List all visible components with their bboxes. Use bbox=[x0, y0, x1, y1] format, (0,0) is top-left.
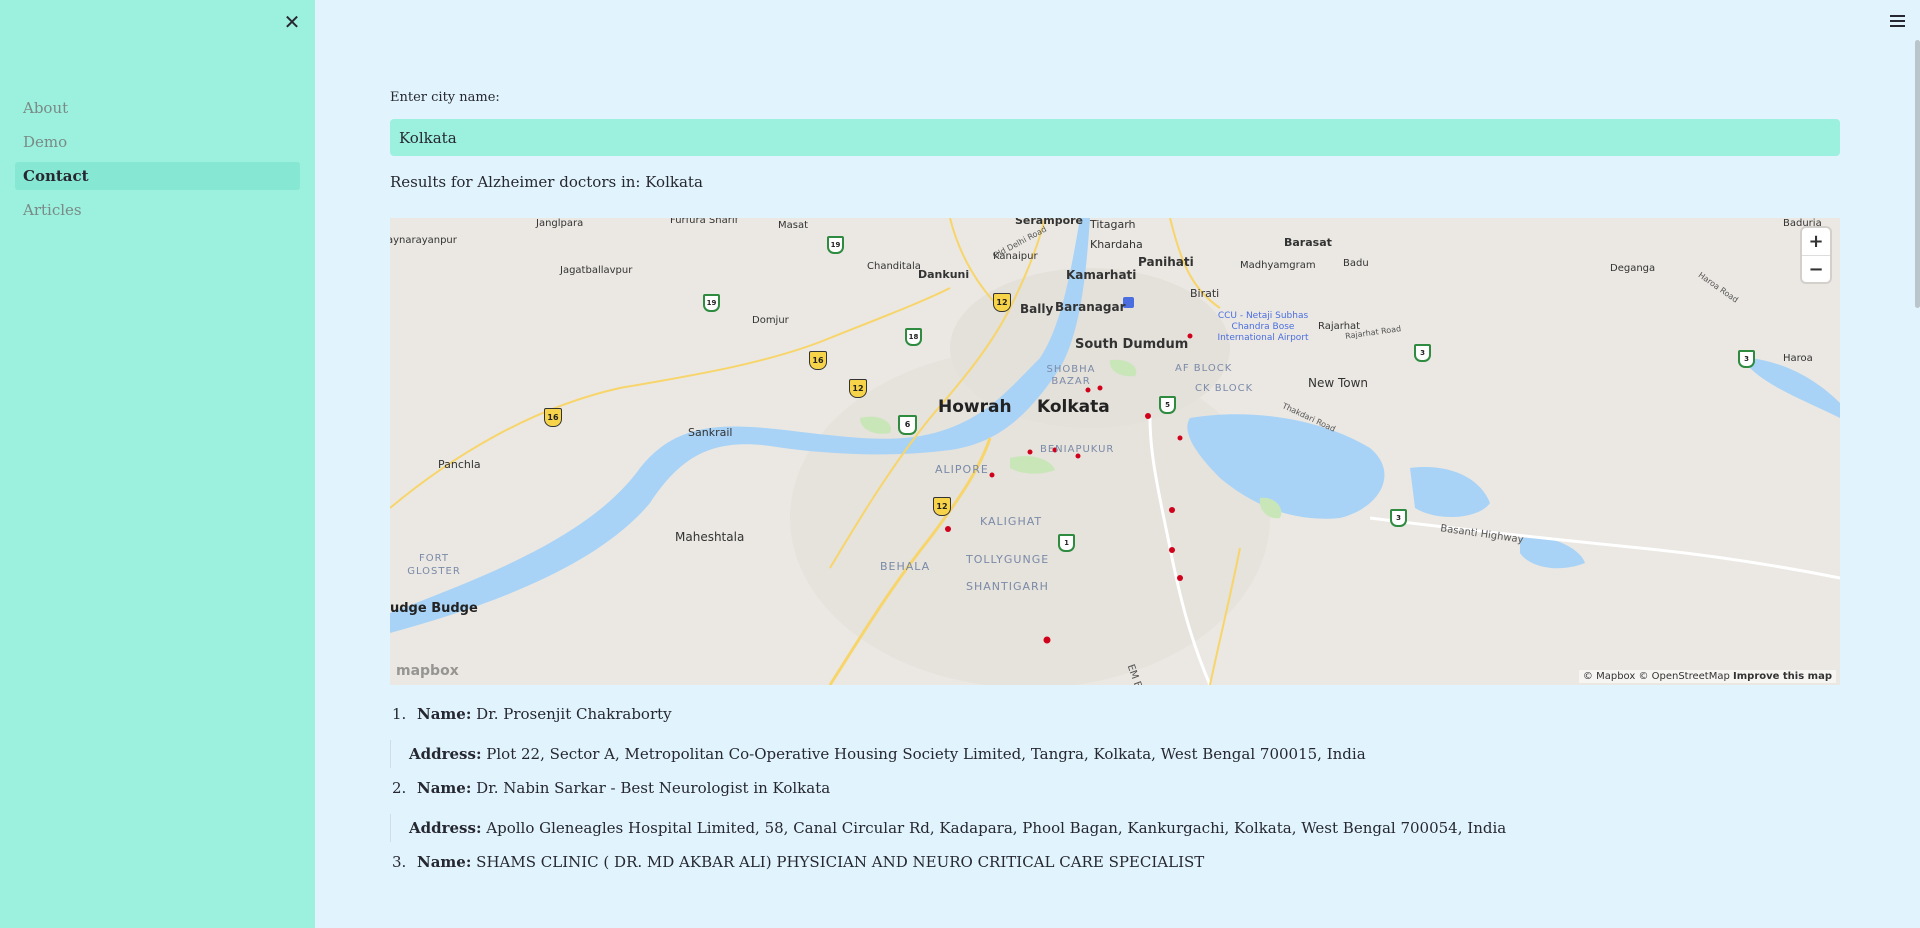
highway-shield-icon: 5 bbox=[1159, 396, 1176, 414]
map-label-behala: BEHALA bbox=[880, 560, 931, 573]
highway-shield-icon: 16 bbox=[809, 351, 827, 370]
map-label-badu: Badu bbox=[1343, 258, 1369, 269]
map-label-maheshtala: Maheshtala bbox=[675, 530, 745, 544]
map-label-deganga: Deganga bbox=[1610, 263, 1656, 274]
highway-shield-icon: 3 bbox=[1414, 344, 1431, 362]
map-label-kamarhati: Kamarhati bbox=[1066, 268, 1137, 282]
map-label-bally: Bally bbox=[1020, 302, 1054, 316]
results-title: Results for Alzheimer doctors in: Kolkat… bbox=[390, 173, 703, 191]
map-label-haroa: Haroa bbox=[1783, 353, 1813, 364]
result-number: 1. bbox=[392, 705, 407, 723]
map-label-alipore: ALIPORE bbox=[935, 463, 989, 476]
page-scrollbar[interactable] bbox=[1915, 40, 1920, 308]
highway-shield-icon: 3 bbox=[1738, 350, 1755, 368]
map-label-jagatballavpur: Jagatballavpur bbox=[560, 265, 633, 276]
attribution-text: © Mapbox © OpenStreetMap bbox=[1582, 671, 1730, 682]
map-label-kolkata: Kolkata bbox=[1037, 397, 1110, 417]
improve-map-link[interactable]: Improve this map bbox=[1733, 671, 1832, 682]
address-label: Address: bbox=[409, 745, 482, 763]
name-label: Name: bbox=[417, 853, 472, 871]
doctor-name: SHAMS CLINIC ( DR. MD AKBAR ALI) PHYSICI… bbox=[476, 853, 1205, 871]
highway-shield-icon: 6 bbox=[898, 415, 917, 435]
highway-shield-icon: 12 bbox=[933, 497, 951, 516]
result-name-row: 3. Name: SHAMS CLINIC ( DR. MD AKBAR ALI… bbox=[390, 848, 1840, 876]
highway-shield-icon: 12 bbox=[849, 379, 867, 398]
map-canvas bbox=[390, 218, 1840, 685]
highway-shield-icon: 3 bbox=[1390, 509, 1407, 527]
map-label-jaynarayanpur: Jaynarayanpur bbox=[390, 235, 457, 246]
sidebar: ✕ About Demo Contact Articles bbox=[0, 0, 315, 928]
map-label-janglpara: Janglpara bbox=[536, 218, 584, 229]
results-list: 1. Name: Dr. Prosenjit Chakraborty Addre… bbox=[390, 700, 1840, 876]
map-label-ck-block: CK BLOCK bbox=[1195, 383, 1254, 394]
doctor-address: Plot 22, Sector A, Metropolitan Co-Opera… bbox=[486, 745, 1366, 763]
map-label-airport: CCU - Netaji Subhas Chandra Bose Interna… bbox=[1217, 311, 1309, 343]
zoom-out-button[interactable]: − bbox=[1802, 256, 1830, 283]
map-label-shantigarh: SHANTIGARH bbox=[966, 580, 1049, 593]
map-label-kalighat: KALIGHAT bbox=[980, 515, 1043, 528]
map-label-chanditala: Chanditala bbox=[867, 261, 921, 272]
map-label-shobha-bazar: SHOBHA BAZAR bbox=[1046, 364, 1096, 387]
map-label-khardaha: Khardaha bbox=[1090, 238, 1143, 251]
map-label-panihati: Panihati bbox=[1138, 255, 1194, 269]
sidebar-item-demo[interactable]: Demo bbox=[15, 128, 300, 156]
map-label-af-block: AF BLOCK bbox=[1175, 363, 1233, 374]
highway-shield-icon: 18 bbox=[905, 328, 922, 346]
name-label: Name: bbox=[417, 705, 472, 723]
result-address-row: Address: Apollo Gleneagles Hospital Limi… bbox=[390, 814, 1840, 842]
map-label-dankuni: Dankuni bbox=[918, 268, 970, 281]
map-label-tollygunge: TOLLYGUNGE bbox=[966, 553, 1050, 566]
doctor-name: Dr. Nabin Sarkar - Best Neurologist in K… bbox=[476, 779, 831, 797]
list-item: 3. Name: SHAMS CLINIC ( DR. MD AKBAR ALI… bbox=[390, 848, 1840, 876]
map-label-south-dumdum: South Dumdum bbox=[1075, 337, 1189, 352]
doctor-name: Dr. Prosenjit Chakraborty bbox=[476, 705, 672, 723]
map-attribution: © Mapbox © OpenStreetMap Improve this ma… bbox=[1578, 670, 1836, 683]
map-label-beniapukur: BENIAPUKUR bbox=[1040, 444, 1115, 455]
highway-shield-icon: 19 bbox=[827, 236, 844, 254]
city-input-label: Enter city name: bbox=[390, 90, 500, 105]
sidebar-item-contact[interactable]: Contact bbox=[15, 162, 300, 190]
sidebar-item-articles[interactable]: Articles bbox=[15, 196, 300, 224]
map-label-barasat: Barasat bbox=[1284, 236, 1332, 249]
map-label-panchla: Panchla bbox=[438, 458, 481, 471]
map-label-baranagar: Baranagar bbox=[1055, 300, 1126, 314]
highway-shield-icon: 1 bbox=[1058, 534, 1075, 552]
map-label-budge-budge: udge Budge bbox=[390, 601, 478, 616]
highway-shield-icon: 19 bbox=[703, 294, 720, 312]
map-label-madhyamgram: Madhyamgram bbox=[1240, 260, 1316, 271]
result-address-row: Address: Plot 22, Sector A, Metropolitan… bbox=[390, 740, 1840, 768]
map-label-masat: Masat bbox=[778, 220, 809, 231]
map-label-sankrail: Sankrail bbox=[688, 426, 733, 439]
map-label-fort-gloster: FORT GLOSTER bbox=[407, 553, 461, 577]
sidebar-item-about[interactable]: About bbox=[15, 94, 300, 122]
map-label-howrah: Howrah bbox=[938, 397, 1012, 417]
map-zoom-control: + − bbox=[1802, 228, 1830, 282]
result-name-row: 1. Name: Dr. Prosenjit Chakraborty bbox=[390, 700, 1840, 728]
result-number: 2. bbox=[392, 779, 407, 797]
address-label: Address: bbox=[409, 819, 482, 837]
doctor-address: Apollo Gleneagles Hospital Limited, 58, … bbox=[486, 819, 1507, 837]
highway-shield-icon: 16 bbox=[544, 408, 562, 427]
close-sidebar-button[interactable]: ✕ bbox=[282, 10, 302, 34]
map-label-titagarh: Titagarh bbox=[1090, 218, 1136, 231]
highway-shield-icon: 12 bbox=[993, 293, 1011, 312]
hamburger-menu-icon[interactable] bbox=[1887, 12, 1907, 30]
map-label-domjur: Domjur bbox=[752, 315, 789, 326]
map-label-birati: Birati bbox=[1190, 287, 1220, 300]
sidebar-nav: About Demo Contact Articles bbox=[15, 94, 300, 230]
list-item: 2. Name: Dr. Nabin Sarkar - Best Neurolo… bbox=[390, 774, 1840, 842]
name-label: Name: bbox=[417, 779, 472, 797]
zoom-in-button[interactable]: + bbox=[1802, 228, 1830, 256]
map[interactable]: Howrah Kolkata South Dumdum Baranagar Ka… bbox=[390, 218, 1840, 685]
list-item: 1. Name: Dr. Prosenjit Chakraborty Addre… bbox=[390, 700, 1840, 768]
map-label-furfura: Furfura Sharif bbox=[670, 218, 739, 226]
result-number: 3. bbox=[392, 853, 407, 871]
mapbox-logo[interactable]: mapbox bbox=[396, 663, 459, 679]
result-name-row: 2. Name: Dr. Nabin Sarkar - Best Neurolo… bbox=[390, 774, 1840, 802]
map-label-serampore: Serampore bbox=[1015, 218, 1084, 227]
map-label-new-town: New Town bbox=[1308, 376, 1369, 390]
city-input[interactable] bbox=[390, 119, 1840, 156]
